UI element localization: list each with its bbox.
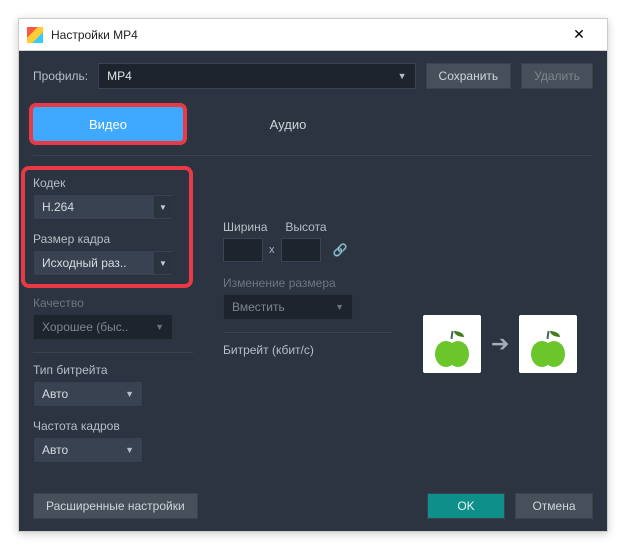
- profile-select[interactable]: MP4 ▼: [98, 63, 415, 89]
- save-button[interactable]: Сохранить: [426, 63, 512, 89]
- codec-field: Кодек H.264 ▼: [33, 176, 181, 220]
- codec-value: H.264: [42, 200, 74, 214]
- resize-mode-field: Изменение размера Вместить ▼: [223, 276, 393, 320]
- codec-select[interactable]: H.264 ▼: [33, 194, 173, 220]
- preview-column: ➔: [423, 166, 593, 475]
- frame-size-value: Исходный раз..: [42, 256, 127, 270]
- quality-field: Качество Хорошее (быс.. ▼: [33, 296, 193, 340]
- advanced-button[interactable]: Расширенные настройки: [33, 493, 198, 519]
- chevron-down-icon: ▼: [398, 71, 407, 81]
- height-input[interactable]: [281, 238, 321, 262]
- chevron-down-icon: ▼: [154, 252, 172, 274]
- chevron-down-icon: ▼: [125, 389, 134, 399]
- chevron-down-icon: ▼: [335, 302, 344, 312]
- titlebar: Настройки MP4 ✕: [19, 19, 607, 51]
- settings-window: Настройки MP4 ✕ Профиль: MP4 ▼ Сохранить…: [18, 18, 608, 532]
- fps-field: Частота кадров Авто ▼: [33, 419, 193, 463]
- resize-mode-select[interactable]: Вместить ▼: [223, 294, 353, 320]
- fps-value: Авто: [42, 443, 68, 457]
- video-settings-grid: Кодек H.264 ▼ Размер кадра Исходный раз.…: [33, 166, 593, 475]
- dialog-body: Профиль: MP4 ▼ Сохранить Удалить Видео А…: [19, 51, 607, 487]
- frame-size-select[interactable]: Исходный раз.. ▼: [33, 250, 173, 276]
- profile-row: Профиль: MP4 ▼ Сохранить Удалить: [33, 63, 593, 89]
- chevron-down-icon: ▼: [155, 322, 164, 332]
- width-input[interactable]: [223, 238, 263, 262]
- height-label: Высота: [285, 220, 326, 234]
- x-separator: x: [269, 244, 275, 256]
- frame-size-field: Размер кадра Исходный раз.. ▼: [33, 232, 181, 276]
- delete-button[interactable]: Удалить: [521, 63, 593, 89]
- preview-before: [423, 315, 481, 373]
- divider: [33, 155, 593, 156]
- preview-after: [519, 315, 577, 373]
- quality-select[interactable]: Хорошее (быс.. ▼: [33, 314, 173, 340]
- tab-video[interactable]: Видео: [33, 107, 183, 141]
- quality-label: Качество: [33, 296, 193, 310]
- bitrate-field: Битрейт (кбит/с): [223, 343, 393, 357]
- apple-icon: [435, 337, 469, 367]
- divider: [33, 352, 193, 353]
- resize-mode-value: Вместить: [232, 300, 285, 314]
- window-title: Настройки MP4: [51, 28, 559, 42]
- footer: Расширенные настройки OK Отмена: [19, 481, 607, 531]
- profile-value: MP4: [107, 69, 132, 83]
- chevron-down-icon: ▼: [125, 445, 134, 455]
- wh-inputs: x 🔗: [223, 238, 393, 262]
- middle-column: Ширина Высота x 🔗 Изменение размера Вмес…: [223, 166, 393, 475]
- bitrate-type-value: Авто: [42, 387, 68, 401]
- app-icon: [27, 27, 43, 43]
- fps-label: Частота кадров: [33, 419, 193, 433]
- wh-labels: Ширина Высота: [223, 220, 393, 234]
- bitrate-type-select[interactable]: Авто ▼: [33, 381, 143, 407]
- resize-mode-label: Изменение размера: [223, 276, 393, 290]
- frame-size-label: Размер кадра: [33, 232, 181, 246]
- bitrate-label: Битрейт (кбит/с): [223, 343, 393, 357]
- cancel-button[interactable]: Отмена: [515, 493, 593, 519]
- width-label: Ширина: [223, 220, 267, 234]
- tabs: Видео Аудио: [33, 107, 593, 141]
- tab-audio[interactable]: Аудио: [213, 107, 363, 141]
- link-icon[interactable]: 🔗: [333, 243, 348, 257]
- bitrate-type-field: Тип битрейта Авто ▼: [33, 363, 193, 407]
- quality-value: Хорошее (быс..: [42, 320, 128, 334]
- bitrate-type-label: Тип битрейта: [33, 363, 193, 377]
- chevron-down-icon: ▼: [154, 196, 172, 218]
- apple-icon: [531, 337, 565, 367]
- left-column: Кодек H.264 ▼ Размер кадра Исходный раз.…: [33, 166, 193, 475]
- close-button[interactable]: ✕: [559, 26, 599, 43]
- fps-select[interactable]: Авто ▼: [33, 437, 143, 463]
- profile-label: Профиль:: [33, 69, 88, 83]
- codec-label: Кодек: [33, 176, 181, 190]
- arrow-right-icon: ➔: [491, 331, 509, 357]
- ok-button[interactable]: OK: [427, 493, 505, 519]
- highlight-annotation: Кодек H.264 ▼ Размер кадра Исходный раз.…: [21, 166, 193, 288]
- divider: [223, 332, 393, 333]
